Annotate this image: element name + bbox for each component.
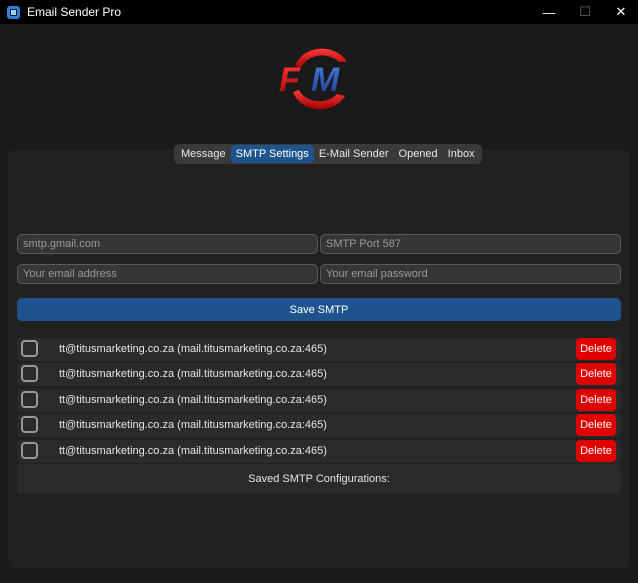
smtp-config-checkbox[interactable] [21, 442, 38, 459]
svg-text:F: F [279, 61, 301, 99]
smtp-config-label: tt@titusmarketing.co.za (mail.titusmarke… [59, 343, 327, 355]
tab-inbox[interactable]: Inbox [443, 145, 480, 163]
logo-lettering: F M [279, 61, 340, 99]
tab-message[interactable]: Message [176, 145, 231, 163]
smtp-config-label: tt@titusmarketing.co.za (mail.titusmarke… [59, 368, 327, 380]
tab-email-sender[interactable]: E-Mail Sender [314, 145, 394, 163]
window-title: Email Sender Pro [27, 5, 122, 19]
tab-opened[interactable]: Opened [394, 145, 443, 163]
smtp-config-checkbox[interactable] [21, 340, 38, 357]
title-bar: Email Sender Pro — ☐ ✕ [0, 0, 638, 24]
window-controls: — ☐ ✕ [530, 0, 638, 24]
maximize-icon[interactable]: ☐ [568, 0, 602, 24]
smtp-config-label: tt@titusmarketing.co.za (mail.titusmarke… [59, 419, 327, 431]
delete-button[interactable]: Delete [576, 440, 616, 462]
delete-button[interactable]: Delete [576, 414, 616, 436]
delete-button[interactable]: Delete [576, 389, 616, 411]
close-icon[interactable]: ✕ [604, 0, 638, 24]
save-smtp-button[interactable]: Save SMTP [17, 298, 621, 321]
delete-button[interactable]: Delete [576, 363, 616, 385]
smtp-config-checkbox[interactable] [21, 365, 38, 382]
email-address-input[interactable]: Your email address [17, 264, 318, 284]
smtp-config-row: tt@titusmarketing.co.za (mail.titusmarke… [17, 414, 621, 437]
smtp-host-input[interactable]: smtp.gmail.com [17, 234, 318, 254]
smtp-config-checkbox[interactable] [21, 416, 38, 433]
smtp-config-row: tt@titusmarketing.co.za (mail.titusmarke… [17, 363, 621, 386]
tab-bar: Message SMTP Settings E-Mail Sender Open… [174, 144, 482, 164]
smtp-config-label: tt@titusmarketing.co.za (mail.titusmarke… [59, 445, 327, 457]
minimize-icon[interactable]: — [532, 0, 566, 24]
smtp-config-row: tt@titusmarketing.co.za (mail.titusmarke… [17, 440, 621, 463]
svg-text:M: M [311, 61, 340, 99]
smtp-config-row: tt@titusmarketing.co.za (mail.titusmarke… [17, 389, 621, 412]
app-icon [7, 5, 20, 19]
delete-button[interactable]: Delete [576, 338, 616, 360]
email-password-input[interactable]: Your email password [320, 264, 621, 284]
smtp-config-label: tt@titusmarketing.co.za (mail.titusmarke… [59, 394, 327, 406]
smtp-config-checkbox[interactable] [21, 391, 38, 408]
saved-configurations-label: Saved SMTP Configurations: [17, 464, 621, 494]
tab-smtp-settings[interactable]: SMTP Settings [230, 145, 314, 163]
fm-logo: F M [279, 48, 347, 110]
smtp-port-input[interactable]: SMTP Port 587 [320, 234, 621, 254]
smtp-config-row: tt@titusmarketing.co.za (mail.titusmarke… [17, 338, 621, 361]
